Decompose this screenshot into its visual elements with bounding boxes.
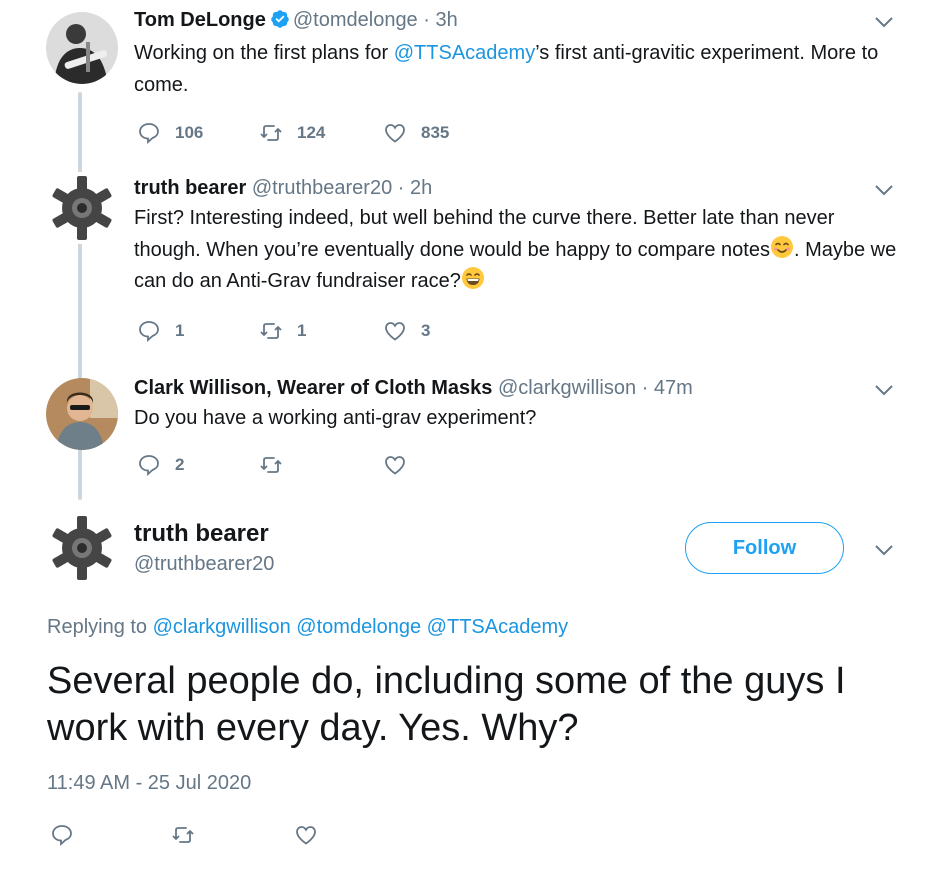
tweet-text: Do you have a working anti-grav experime… <box>134 407 537 429</box>
reply-button[interactable]: 106 <box>137 120 203 146</box>
display-name[interactable]: truth bearer <box>134 520 269 548</box>
reply-icon <box>52 825 72 847</box>
chevron-down-icon[interactable] <box>872 10 896 34</box>
avatar[interactable] <box>46 172 118 244</box>
replying-mentions[interactable]: @clarkgwillison @tomdelonge @TTSAcademy <box>153 616 569 638</box>
like-button[interactable]: 835 <box>383 120 449 146</box>
avatar[interactable] <box>46 12 118 84</box>
avatar-photo-icon <box>46 378 118 450</box>
retweet-icon <box>260 125 282 141</box>
reply-count: 2 <box>175 455 185 474</box>
timestamp[interactable]: 2h <box>410 177 432 199</box>
heart-icon <box>385 124 405 143</box>
retweet-button[interactable]: 124 <box>259 120 325 146</box>
handle[interactable]: @truthbearer20 <box>134 553 274 576</box>
heart-icon <box>385 456 405 475</box>
retweet-button[interactable]: 1 <box>259 318 306 344</box>
timestamp[interactable]: 3h <box>435 9 457 31</box>
tweet-header: Clark Willison, Wearer of Cloth Masks @c… <box>134 376 693 400</box>
chevron-down-icon[interactable] <box>872 378 896 402</box>
reply-button[interactable] <box>50 822 74 848</box>
like-count: 3 <box>421 321 431 340</box>
reply-icon <box>139 123 159 145</box>
main-tweet-text: Several people do, including some of the… <box>47 660 846 749</box>
handle[interactable]: @truthbearer20 <box>252 177 392 199</box>
retweet-icon <box>172 827 194 843</box>
like-button[interactable] <box>383 452 421 478</box>
gear-avatar-icon <box>46 172 118 244</box>
reply-button[interactable]: 2 <box>137 452 184 478</box>
handle[interactable]: @clarkgwillison <box>498 377 636 399</box>
gear-avatar-icon <box>46 512 118 584</box>
like-button[interactable]: 3 <box>383 318 430 344</box>
tweet-header: truth bearer @truthbearer20 · 2h <box>134 176 432 200</box>
grinning-face-emoji-icon <box>461 267 484 289</box>
separator-dot: · <box>423 9 430 31</box>
display-name[interactable]: Clark Willison, Wearer of Cloth Masks <box>134 377 492 399</box>
retweet-count: 124 <box>297 123 326 142</box>
reply-count: 106 <box>175 123 204 142</box>
separator-dot: · <box>641 377 649 399</box>
chevron-down-icon[interactable] <box>872 178 896 202</box>
display-name[interactable]: Tom DeLonge <box>134 9 266 31</box>
reply-icon <box>139 321 159 343</box>
retweet-icon <box>260 323 282 339</box>
like-button[interactable] <box>294 822 318 848</box>
reply-icon <box>139 455 159 477</box>
replying-to: Replying to @clarkgwillison @tomdelonge … <box>47 616 568 639</box>
tweet-timestamp[interactable]: 11:49 AM - 25 Jul 2020 <box>47 772 251 795</box>
timestamp[interactable]: 47m <box>654 377 693 399</box>
tweet-text-part: Working on the first plans for <box>134 42 394 64</box>
tweet-header: Tom DeLonge @tomdelonge · 3h <box>134 8 458 32</box>
avatar-photo-icon <box>46 12 118 84</box>
display-name[interactable]: truth bearer <box>134 177 246 199</box>
tweet-text: First? Interesting indeed, but well behi… <box>134 203 904 298</box>
chevron-down-icon[interactable] <box>872 538 896 562</box>
retweet-count: 1 <box>297 321 307 340</box>
heart-icon <box>385 322 405 341</box>
heart-icon <box>296 826 316 845</box>
avatar[interactable] <box>46 512 118 584</box>
retweet-button[interactable] <box>259 452 297 478</box>
reply-count: 1 <box>175 321 185 340</box>
retweet-button[interactable] <box>171 822 195 848</box>
replying-prefix: Replying to <box>47 616 148 638</box>
separator-dot: · <box>397 177 405 199</box>
verified-badge-icon <box>271 10 289 28</box>
retweet-icon <box>260 457 282 473</box>
avatar[interactable] <box>46 378 118 450</box>
follow-button[interactable]: Follow <box>685 522 844 574</box>
handle[interactable]: @tomdelonge <box>293 9 418 31</box>
tweet-text: Working on the first plans for @TTSAcade… <box>134 38 894 101</box>
smiling-face-emoji-icon <box>770 235 793 258</box>
like-count: 835 <box>421 123 450 142</box>
tweet-text-part: First? Interesting indeed, but well behi… <box>134 207 835 261</box>
mention-link[interactable]: @TTSAcademy <box>394 42 535 64</box>
reply-button[interactable]: 1 <box>137 318 184 344</box>
